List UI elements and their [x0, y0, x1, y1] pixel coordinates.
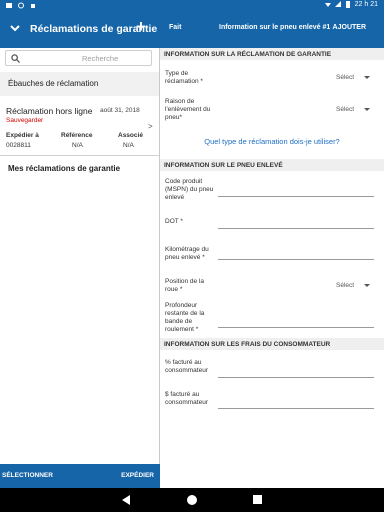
claim-date: août 31, 2018 [100, 107, 140, 114]
clock: 22 h 21 [354, 1, 378, 8]
claim-type-help-link[interactable]: Quel type de réclamation dois-je utilise… [160, 137, 384, 146]
sync-icon [18, 2, 24, 9]
wifi-icon [324, 3, 331, 7]
wheel-position-select[interactable]: Sélect [336, 282, 354, 289]
wheel-position-label: Position de la roue * [165, 278, 205, 293]
search-placeholder: Recherche [82, 54, 119, 63]
claim-form: INFORMATION SUR LA RÉCLAMATION DE GARANT… [160, 48, 384, 488]
mileage-label: Kilométrage du pneu enlevé * [165, 246, 209, 261]
recent-apps-icon[interactable] [253, 495, 262, 504]
column-header: Référence [61, 132, 93, 139]
tread-depth-field[interactable] [218, 327, 374, 328]
my-claims-heading[interactable]: Mes réclamations de garantie [0, 157, 159, 181]
column-value: N/A [72, 142, 83, 149]
column-header: Associé [118, 132, 143, 139]
add-claim-button[interactable]: + [136, 17, 146, 37]
product-code-label: Code produit (MSPN) du pneu enlevé [165, 178, 214, 201]
right-app-bar: Fait Information sur le pneu enlevé #1 A… [160, 12, 384, 50]
divider [0, 155, 159, 156]
removal-reason-select[interactable]: Sélect [336, 106, 354, 113]
product-code-field[interactable] [218, 196, 374, 197]
list-item[interactable]: Réclamation hors ligne août 31, 2018 Sau… [0, 100, 159, 156]
tread-depth-label: Profondeur restante de la bande de roule… [165, 302, 205, 333]
dollar-billed-label: $ facturé au consommateur [165, 391, 208, 406]
removal-reason-label: Raison de l'enlèvement du pneu* [165, 98, 211, 121]
dropdown-arrow-icon[interactable] [364, 284, 370, 287]
left-app-bar: Réclamations de garantie + [0, 12, 160, 48]
search-input[interactable]: Recherche [5, 50, 152, 66]
back-icon[interactable] [122, 495, 130, 505]
ship-button[interactable]: EXPÉDIER [121, 472, 154, 479]
chevron-down-icon[interactable] [10, 23, 20, 33]
add-button[interactable]: AJOUTER [333, 24, 366, 31]
percent-billed-field[interactable] [218, 377, 374, 378]
column-value: 0028811 [6, 142, 31, 149]
done-button[interactable]: Fait [169, 24, 181, 31]
dropdown-arrow-icon[interactable] [364, 76, 370, 79]
claim-status: Sauvegarder [6, 117, 44, 124]
left-footer: SÉLECTIONNER EXPÉDIER [0, 464, 160, 488]
section-heading: INFORMATION SUR LA RÉCLAMATION DE GARANT… [160, 48, 384, 60]
system-nav-bar [0, 488, 384, 512]
home-icon[interactable] [187, 495, 197, 505]
chevron-right-icon: > [148, 122, 153, 131]
mileage-field[interactable] [218, 259, 374, 260]
form-title: Information sur le pneu enlevé #1 [219, 24, 331, 31]
search-icon [11, 54, 20, 63]
dollar-billed-field[interactable] [218, 408, 374, 409]
battery-icon [345, 1, 350, 8]
column-value: N/A [123, 142, 134, 149]
percent-billed-label: % facturé au consommateur [165, 359, 208, 374]
dot-label: DOT * [165, 218, 183, 225]
status-bar: 22 h 21 [0, 0, 384, 12]
select-button[interactable]: SÉLECTIONNER [2, 472, 53, 479]
claim-name: Réclamation hors ligne [6, 106, 93, 116]
claim-type-select[interactable]: Sélect [336, 74, 354, 81]
drafts-heading: Ébauches de réclamation [0, 72, 159, 96]
signal-icon [334, 1, 341, 7]
column-header: Expédier à [6, 132, 39, 139]
notification-icon [6, 3, 12, 8]
android-icon [31, 4, 35, 8]
dot-field[interactable] [218, 228, 374, 229]
claim-type-label: Type de réclamation * [165, 70, 203, 85]
section-heading: INFORMATION SUR LE PNEU ENLEVÉ [160, 159, 384, 171]
dropdown-arrow-icon[interactable] [364, 108, 370, 111]
section-heading: INFORMATION SUR LES FRAIS DU CONSOMMATEU… [160, 338, 384, 350]
